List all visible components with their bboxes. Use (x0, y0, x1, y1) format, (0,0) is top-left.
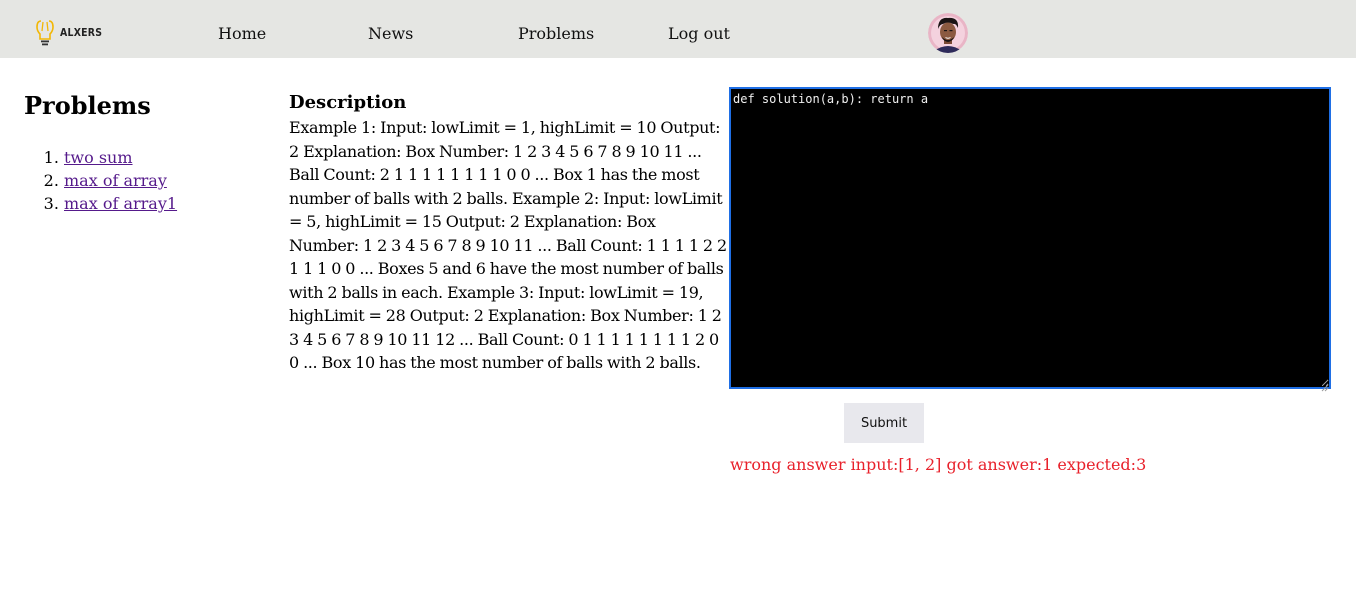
problem-list: two sum max of array max of array1 (24, 146, 177, 215)
sidebar-title: Problems (24, 91, 151, 120)
submit-button[interactable]: Submit (844, 403, 924, 443)
nav-news[interactable]: News (368, 24, 413, 44)
logo-text: ALXERS (60, 25, 103, 39)
logo[interactable]: ALXERS (36, 18, 110, 48)
problem-link-max-of-array[interactable]: max of array (64, 171, 167, 190)
nav-home[interactable]: Home (218, 24, 266, 44)
list-item: max of array1 (64, 192, 177, 215)
nav-logout[interactable]: Log out (668, 24, 730, 44)
user-avatar-icon[interactable] (928, 13, 968, 53)
description-text: Example 1: Input: lowLimit = 1, highLimi… (289, 118, 727, 372)
list-item: two sum (64, 146, 177, 169)
result-message: wrong answer input:[1, 2] got answer:1 e… (730, 455, 1147, 474)
lightbulb-icon (36, 18, 54, 48)
nav-problems[interactable]: Problems (518, 24, 594, 44)
top-navbar: ALXERS Home News Problems Log out (0, 0, 1356, 58)
problem-link-max-of-array1[interactable]: max of array1 (64, 194, 177, 213)
list-item: max of array (64, 169, 177, 192)
description-title: Description (289, 92, 407, 113)
problem-link-two-sum[interactable]: two sum (64, 148, 133, 167)
code-editor[interactable]: def solution(a,b): return a (729, 87, 1331, 389)
